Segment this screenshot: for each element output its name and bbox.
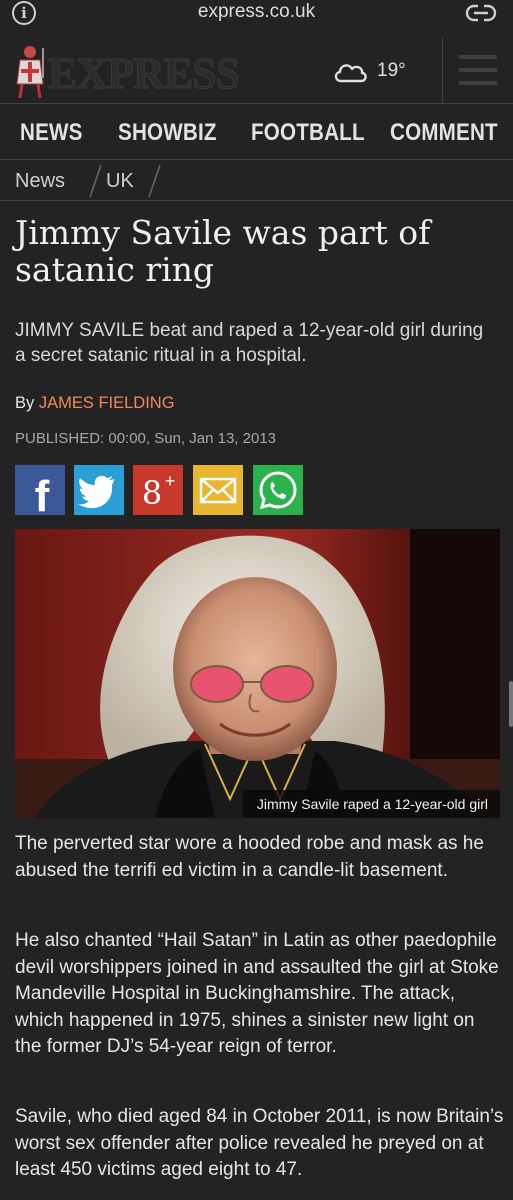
weather-widget[interactable]: 19° [332,56,406,86]
express-logo[interactable]: EXPRESS [12,44,252,100]
browser-url-bar[interactable]: i express.co.uk [0,0,513,26]
byline-prefix: By [15,394,35,412]
breadcrumb-separator [89,164,102,198]
site-header: EXPRESS 19° [0,38,513,104]
email-share-button[interactable] [193,465,243,515]
nav-item-comment[interactable]: COMMENT [390,119,498,147]
temperature: 19° [377,60,406,81]
article-paragraph-1: The perverted star wore a hooded robe an… [15,833,484,881]
nav-item-football[interactable]: FOOTBALL [251,119,365,147]
nav-item-news[interactable]: NEWS [20,119,83,147]
breadcrumb: News UK [0,163,513,201]
cloud-icon [334,64,367,83]
scrollbar[interactable] [509,681,513,727]
facebook-share-button[interactable]: f [15,465,65,515]
byline: By JAMES FIELDING [15,394,175,413]
breadcrumb-news[interactable]: News [15,170,65,193]
url-text[interactable]: express.co.uk [0,1,513,23]
svg-text:+: + [165,471,176,491]
article-standfirst: JIMMY SAVILE beat and raped a 12-year-ol… [15,320,484,366]
author-link[interactable]: JAMES FIELDING [39,394,175,412]
svg-text:f: f [35,472,50,515]
twitter-share-button[interactable] [74,465,124,515]
image-caption: Jimmy Savile raped a 12-year-old girl [242,790,500,818]
header-divider [442,38,443,104]
google-plus-share-button[interactable]: 8 + [133,465,183,515]
breadcrumb-separator [148,164,161,198]
logo-wordmark: EXPRESS [47,49,240,99]
svg-text:8: 8 [142,474,162,512]
published-date: PUBLISHED: 00:00, Sun, Jan 13, 2013 [15,430,276,447]
article-paragraph-3: Savile, who died aged 84 in October 2011… [15,1106,504,1180]
article-paragraph-2: He also chanted “Hail Satan” in Latin as… [15,930,499,1057]
main-nav: NEWS SHOWBIZ FOOTBALL COMMENT [0,106,513,160]
nav-item-showbiz[interactable]: SHOWBIZ [118,119,217,147]
hamburger-menu-icon[interactable] [459,55,497,85]
crusader-logo-icon [16,46,44,98]
link-icon[interactable] [465,3,497,23]
breadcrumb-uk[interactable]: UK [106,170,134,193]
article-image[interactable]: Jimmy Savile raped a 12-year-old girl [15,529,500,818]
whatsapp-share-button[interactable] [253,465,303,515]
article-headline: Jimmy Savile was part of satanic ring [15,213,431,289]
portrait-illustration [15,529,500,818]
